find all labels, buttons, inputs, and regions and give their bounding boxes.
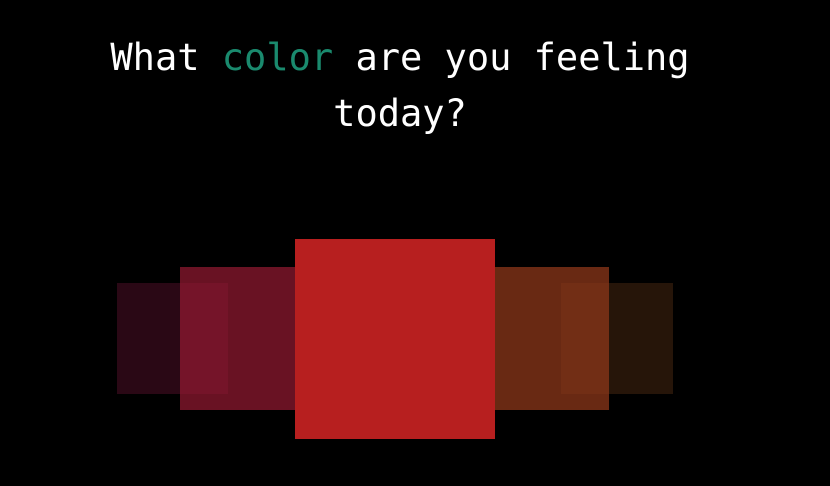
heading-line2: today? bbox=[333, 92, 467, 135]
color-picker-stage: What color are you feeling today? bbox=[0, 0, 830, 486]
heading-pre: What bbox=[110, 36, 222, 79]
page-title: What color are you feeling today? bbox=[0, 30, 800, 142]
swatch-center[interactable] bbox=[295, 239, 495, 439]
heading-post: are you feeling bbox=[333, 36, 690, 79]
heading-accent-word: color bbox=[221, 36, 334, 79]
